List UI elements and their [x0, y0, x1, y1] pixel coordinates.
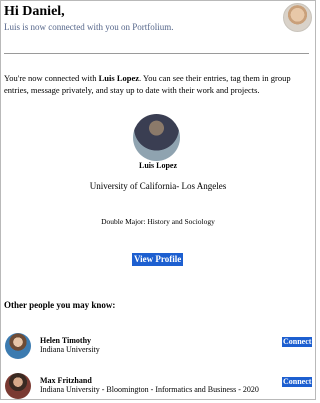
- profile-major: Double Major: History and Sociology: [101, 217, 215, 226]
- connect-button[interactable]: Connect: [282, 377, 313, 387]
- profile-name: Luis Lopez: [138, 161, 177, 170]
- greeting-subtitle: Luis is now connected with you on Portfo…: [4, 22, 174, 32]
- user-avatar: [283, 3, 312, 32]
- intro-connection-name: Luis Lopez: [98, 73, 140, 83]
- suggestion-avatar[interactable]: [5, 373, 31, 399]
- suggestion-avatar[interactable]: [5, 333, 31, 359]
- connect-button[interactable]: Connect: [282, 337, 313, 347]
- suggestion-item: Helen Timothy Indiana University Connect: [0, 333, 316, 363]
- view-profile-button[interactable]: View Profile: [132, 253, 184, 266]
- greeting-heading: Hi Daniel,: [4, 4, 65, 19]
- suggestions-title: Other people you may know:: [4, 300, 116, 310]
- divider: [4, 53, 309, 54]
- suggestion-name: Max Fritzhand: [40, 376, 92, 385]
- profile-photo[interactable]: [133, 114, 180, 161]
- intro-text: You're now connected with Luis Lopez. Yo…: [4, 72, 310, 96]
- intro-text-before: You're now connected with: [4, 73, 99, 83]
- profile-school: University of California- Los Angeles: [89, 181, 227, 191]
- suggestion-school: Indiana University - Bloomington - Infor…: [40, 385, 259, 394]
- suggestion-item: Max Fritzhand Indiana University - Bloom…: [0, 373, 316, 403]
- suggestion-name: Helen Timothy: [40, 336, 92, 345]
- suggestion-school: Indiana University: [40, 345, 100, 354]
